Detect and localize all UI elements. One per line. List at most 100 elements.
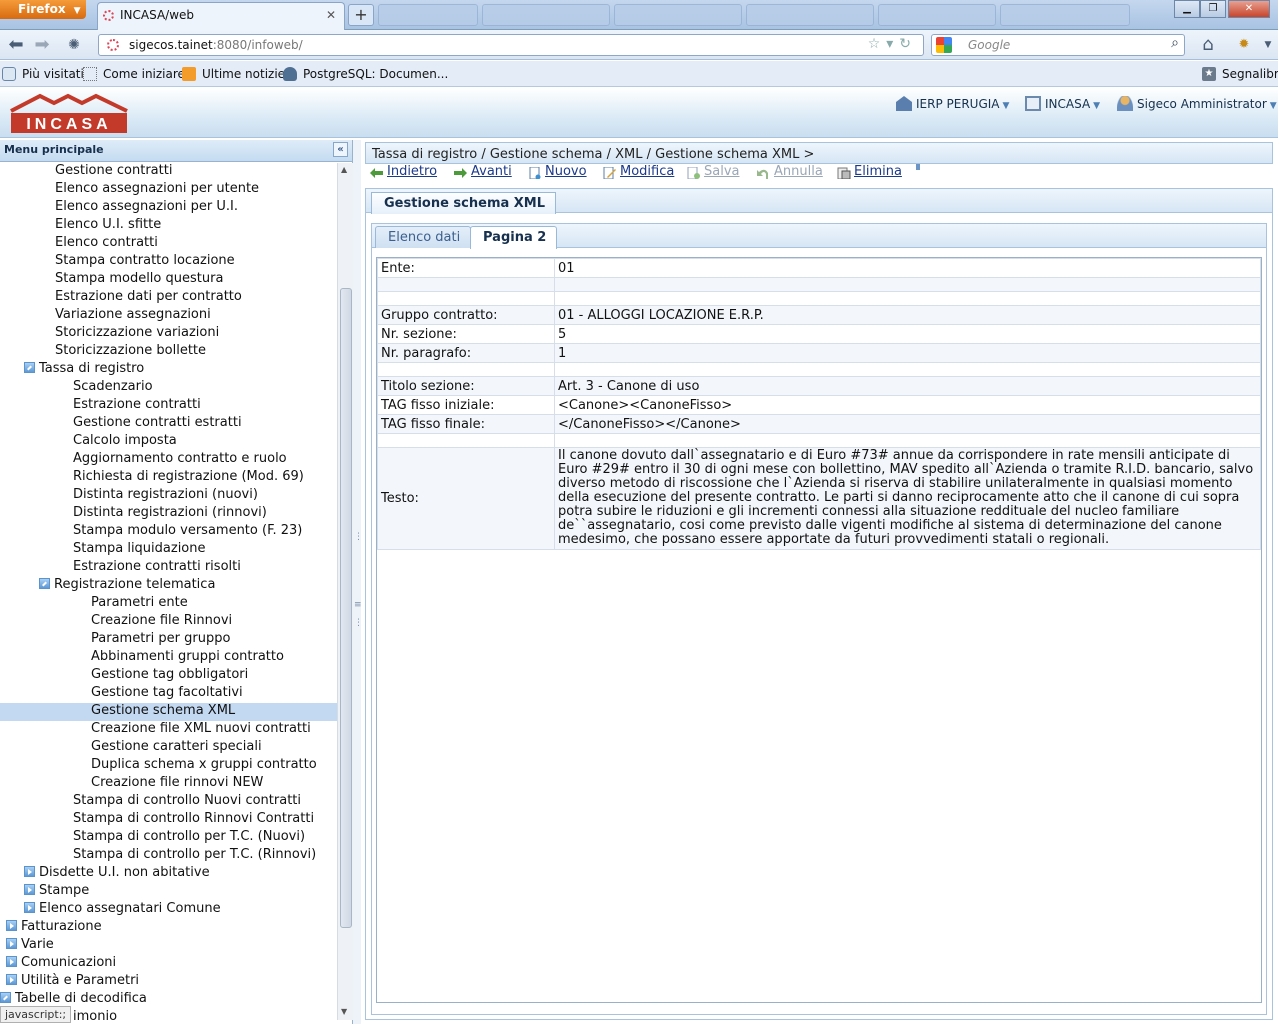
new-tab-button[interactable]: + xyxy=(348,4,374,26)
sidebar-item[interactable]: Elenco U.I. sfitte xyxy=(0,217,337,235)
sidebar-item[interactable]: Scadenzario xyxy=(0,379,337,397)
sidebar-item[interactable]: Estrazione contratti xyxy=(0,397,337,415)
minimize-icon[interactable]: ▁ xyxy=(1174,0,1200,18)
collapse-icon[interactable] xyxy=(24,362,35,373)
expand-icon[interactable] xyxy=(24,884,35,895)
sidebar-item[interactable]: Distinta registrazioni (rinnovi) xyxy=(0,505,337,523)
sidebar-item[interactable]: Elenco assegnazioni per utente xyxy=(0,181,337,199)
sidebar-item[interactable]: Estrazione contratti risolti xyxy=(0,559,337,577)
scroll-up-icon[interactable]: ▲ xyxy=(341,165,347,174)
new-button[interactable]: Nuovo xyxy=(527,164,587,179)
sidebar-item[interactable]: Richiesta di registrazione (Mod. 69) xyxy=(0,469,337,487)
bookmarks-menu[interactable]: ★ Segnalibri xyxy=(1202,67,1278,81)
forward-button[interactable]: Avanti xyxy=(453,164,512,179)
sidebar-item[interactable]: Stampa di controllo Nuovi contratti xyxy=(0,793,337,811)
browser-tab[interactable] xyxy=(746,4,874,26)
sidebar-item[interactable]: Creazione file XML nuovi contratti xyxy=(0,721,337,739)
scroll-down-icon[interactable]: ▼ xyxy=(341,1007,347,1016)
bookmark-postgresql[interactable]: PostgreSQL: Documen... xyxy=(283,67,448,81)
delete-button[interactable]: Elimina xyxy=(836,164,902,179)
sidebar-item[interactable]: Gestione caratteri speciali xyxy=(0,739,337,757)
sidebar-item[interactable]: Gestione tag facoltativi xyxy=(0,685,337,703)
extension-icon[interactable]: ✹ xyxy=(1234,35,1254,55)
sidebar-item[interactable]: Creazione file rinnovi NEW xyxy=(0,775,337,793)
expand-icon[interactable] xyxy=(6,956,17,967)
sidebar-item[interactable]: Stampa di controllo per T.C. (Nuovi) xyxy=(0,829,337,847)
sidebar-item[interactable]: Variazione assegnazioni xyxy=(0,307,337,325)
sidebar-scrollbar[interactable]: ▲ ▼ xyxy=(337,163,353,1020)
expand-icon[interactable] xyxy=(6,920,17,931)
sidebar-item[interactable]: Comunicazioni xyxy=(0,955,337,973)
collapse-icon[interactable] xyxy=(39,578,50,589)
sidebar-item[interactable]: Stampa contratto locazione xyxy=(0,253,337,271)
save-button[interactable]: Salva xyxy=(686,164,740,179)
firefox-menu-button[interactable]: Firefox ▼ xyxy=(0,0,86,19)
bookmark-most-visited[interactable]: Più visitati xyxy=(2,67,84,81)
sidebar-item[interactable]: Storicizzazione variazioni xyxy=(0,325,337,343)
cancel-button[interactable]: Annulla xyxy=(756,164,823,179)
sidebar-item[interactable]: Elenco contratti xyxy=(0,235,337,253)
sidebar-item[interactable]: Stampa liquidazione xyxy=(0,541,337,559)
search-input[interactable]: Google ⌕ xyxy=(931,34,1185,56)
sidebar-item[interactable]: Elenco assegnatari Comune xyxy=(0,901,337,919)
sidebar-item[interactable]: Registrazione telematica xyxy=(0,577,337,595)
menu-organization[interactable]: IERP PERUGIA ▼ xyxy=(896,96,1009,111)
sidebar-item[interactable]: Fatturazione xyxy=(0,919,337,937)
collapse-left-icon[interactable]: « xyxy=(333,142,348,157)
panel-title-tab[interactable]: Gestione schema XML xyxy=(371,192,557,214)
expand-icon[interactable] xyxy=(24,866,35,877)
sidebar-item[interactable]: Utilità e Parametri xyxy=(0,973,337,991)
sidebar-item[interactable]: Parametri ente xyxy=(0,595,337,613)
back-icon[interactable]: ⬅ xyxy=(6,35,26,55)
sidebar-item[interactable]: Stampa di controllo per T.C. (Rinnovi) xyxy=(0,847,337,865)
tab-pagina-2[interactable]: Pagina 2 xyxy=(470,226,558,249)
sidebar-item[interactable]: Stampa modello questura xyxy=(0,271,337,289)
sidebar-item[interactable]: Aggiornamento contratto e ruolo xyxy=(0,451,337,469)
addon-icon[interactable]: ✺ xyxy=(64,35,84,55)
browser-tab[interactable] xyxy=(482,4,610,26)
sidebar-item[interactable]: Varie xyxy=(0,937,337,955)
search-icon[interactable]: ⌕ xyxy=(1171,35,1179,51)
tab-elenco-dati[interactable]: Elenco dati xyxy=(375,226,472,248)
sidebar-item[interactable]: Gestione tag obbligatori xyxy=(0,667,337,685)
sidebar-item[interactable]: Tassa di registro xyxy=(0,361,337,379)
sidebar-item[interactable]: Abbinamenti gruppi contratto xyxy=(0,649,337,667)
sidebar-item[interactable]: Creazione file Rinnovi xyxy=(0,613,337,631)
chevron-down-icon[interactable]: ▼ xyxy=(1258,35,1278,55)
sidebar-item[interactable]: Duplica schema x gruppi contratto xyxy=(0,757,337,775)
browser-tab[interactable] xyxy=(878,4,996,26)
close-window-icon[interactable]: ✕ xyxy=(1228,0,1270,18)
sidebar-item[interactable]: Stampe xyxy=(0,883,337,901)
menu-application[interactable]: INCASA ▼ xyxy=(1025,96,1100,111)
browser-tab[interactable] xyxy=(378,4,478,26)
home-icon[interactable]: ⌂ xyxy=(1198,35,1218,55)
sidebar-item[interactable]: Gestione schema XML xyxy=(0,703,337,721)
collapse-icon[interactable] xyxy=(0,992,11,1003)
sidebar-item[interactable]: Stampa di controllo Rinnovi Contratti xyxy=(0,811,337,829)
bookmark-star-icon[interactable]: ☆▾↻ xyxy=(868,36,917,52)
sidebar-item[interactable]: Distinta registrazioni (nuovi) xyxy=(0,487,337,505)
sidebar-item[interactable]: Calcolo imposta xyxy=(0,433,337,451)
scrollbar-thumb[interactable] xyxy=(340,288,352,928)
panel-splitter[interactable]: ⋮ ≡ ⋮ xyxy=(353,140,363,1024)
browser-tab-active[interactable]: INCASA/web ✕ xyxy=(97,2,345,30)
sidebar-item[interactable]: Gestione contratti estratti xyxy=(0,415,337,433)
back-button[interactable]: Indietro xyxy=(369,164,437,179)
sidebar-item[interactable]: Elenco assegnazioni per U.I. xyxy=(0,199,337,217)
bookmark-getting-started[interactable]: Come iniziare xyxy=(83,67,185,81)
menu-user[interactable]: Sigeco Amministrator ▼ xyxy=(1117,96,1277,111)
browser-tab[interactable] xyxy=(614,4,742,26)
sidebar-item[interactable]: Storicizzazione bollette xyxy=(0,343,337,361)
sidebar-item[interactable]: Estrazione dati per contratto xyxy=(0,289,337,307)
expand-icon[interactable] xyxy=(24,902,35,913)
url-bar[interactable]: sigecos.tainet:8080/infoweb/ ☆▾↻ xyxy=(98,34,924,56)
browser-tab[interactable] xyxy=(1000,4,1130,26)
bookmark-latest-news[interactable]: Ultime notizie xyxy=(182,67,285,81)
close-tab-icon[interactable]: ✕ xyxy=(326,8,336,22)
expand-icon[interactable] xyxy=(6,938,17,949)
sidebar-item[interactable]: Gestione contratti xyxy=(0,163,337,181)
sidebar-item[interactable]: Stampa modulo versamento (F. 23) xyxy=(0,523,337,541)
forward-icon[interactable]: ➡ xyxy=(32,35,52,55)
sidebar-item[interactable]: Parametri per gruppo xyxy=(0,631,337,649)
sidebar-item[interactable]: Disdette U.I. non abitative xyxy=(0,865,337,883)
